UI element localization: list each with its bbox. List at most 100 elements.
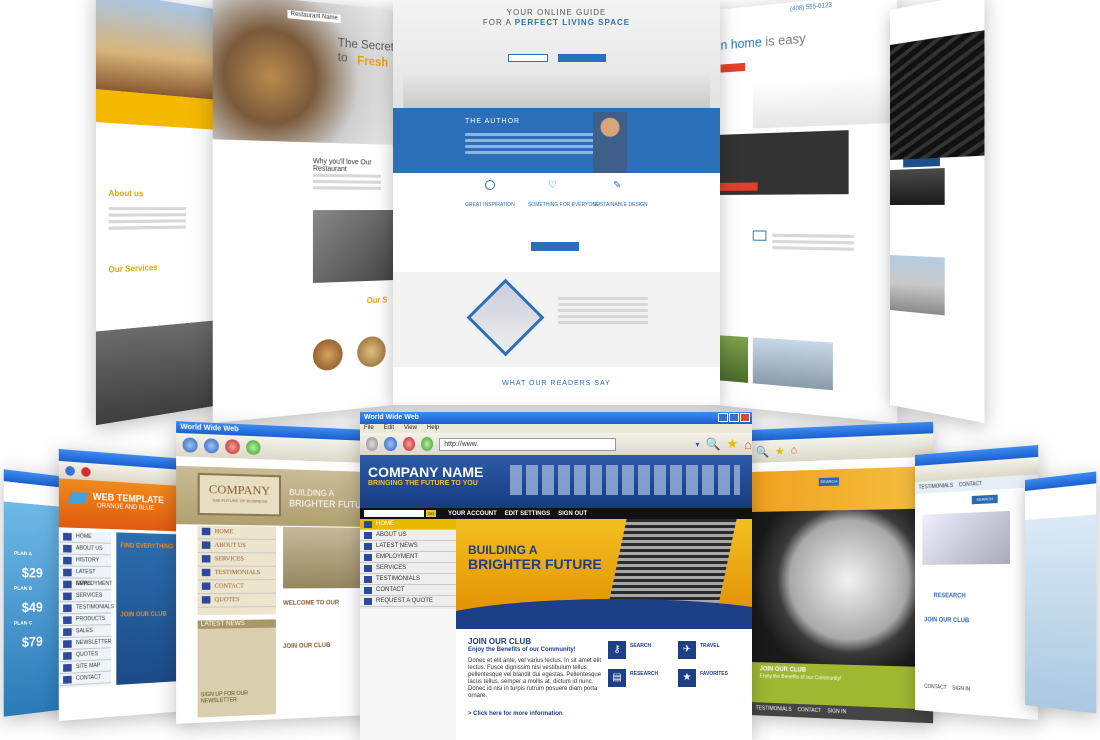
refresh-icon[interactable] [420,437,434,451]
search-icon[interactable]: 🔍 [756,445,769,459]
menu-file[interactable]: File [364,424,374,433]
nav-item[interactable]: CONTACT [197,580,276,595]
nav-item[interactable]: LATEST NEWS [360,541,456,552]
icon-travel-box[interactable]: ✈ TRAVEL [678,641,748,663]
search-icon[interactable]: 🔍 [706,437,721,451]
interior-photo [403,70,710,108]
dropdown-icon[interactable]: ▾ [696,440,700,449]
stop-icon[interactable] [402,437,415,451]
club-body: Donec et elit ante, vel varius lectus. I… [468,658,602,699]
maximize-icon[interactable] [729,413,739,422]
nav-item[interactable]: CONTACT [360,585,456,596]
about-heading: About us [108,188,144,199]
nav-item[interactable]: SERVICES [197,552,276,567]
book-photo [922,510,1010,565]
globe-image [750,508,934,668]
hero-headline: PERFECT LIVING SPACE [514,18,631,27]
icon-search-box[interactable]: ⚷ SEARCH [608,641,678,663]
search-button[interactable]: SEARCH [971,494,998,505]
nav-edit-settings[interactable]: EDIT SETTINGS [505,511,550,517]
footer-contact[interactable]: CONTACT [798,707,822,715]
icon-research-box[interactable]: ▤ RESEARCH [608,669,678,691]
nav-item[interactable]: CONTACT [58,671,112,687]
search-button[interactable]: SEARCH [818,477,839,487]
hero-button-2[interactable] [558,54,606,62]
house-photo-2 [752,337,833,391]
dark-form-panel [715,130,849,195]
beige-nav: HOME ABOUT US SERVICES TESTIMONIALS CONTACT Q… [197,525,276,616]
side-nav: HOME ABOUT US LATEST NEWS EMPLOYMENT SERVICE… [360,519,456,609]
footer-signin[interactable]: SIGN IN [827,708,846,716]
back-icon[interactable] [366,437,379,451]
refresh-icon[interactable] [246,439,261,456]
nav-item[interactable]: LATEST NEWS [58,566,112,587]
search-input[interactable] [364,510,424,517]
hero-button-1[interactable] [508,54,548,62]
club-section: JOIN OUR CLUB Enjoy the Benefits of our … [456,629,752,740]
inspiration-icon [485,180,495,190]
brighter-text: BRIGHTER FUTU [289,498,362,510]
nav-item[interactable]: EMPLOYMENT [58,578,112,591]
nav-item[interactable]: HOME [360,519,456,530]
footer-testimonials[interactable]: TESTIMONIALS [756,705,792,714]
nav-item[interactable]: ABOUT US [58,542,112,556]
menu-bar: File Edit View Help [360,424,752,433]
minimize-icon[interactable] [718,413,728,422]
home-icon[interactable]: ⌂ [744,437,752,452]
star-icon[interactable]: ★ [775,444,785,457]
menu-view[interactable]: View [404,424,417,433]
company-logo-box: COMPANY THE FUTURE OF BUSINESS [197,472,282,517]
nav-item[interactable]: SERVICES [360,563,456,574]
back-icon[interactable] [182,437,198,453]
nav-item[interactable]: REQUEST A QUOTE [360,596,456,607]
address-bar[interactable]: http://www. [439,437,616,451]
nav-item[interactable]: SERVICES [58,590,112,603]
hero-kicker: YOUR ONLINE GUIDE [506,8,607,17]
hero-text: n home [720,33,762,53]
nav-item[interactable]: QUOTES [197,593,276,608]
form-submit-button[interactable] [719,182,758,191]
footer-contact[interactable]: CONTACT [924,684,946,692]
restaurant-hero-photo [212,0,395,145]
nav-item[interactable]: HOME [197,525,276,541]
feature-1: GREAT INSPIRATION [465,202,515,208]
nav-testimonials[interactable]: TESTIMONIALS [919,480,953,494]
menu-edit[interactable]: Edit [384,424,394,433]
close-icon[interactable] [740,413,750,422]
get-started-button[interactable] [531,242,579,251]
forward-icon[interactable] [384,437,397,451]
hero-swoosh [456,599,752,629]
nav-item[interactable]: HISTORY [58,554,112,568]
heart-icon: ♡ [548,180,557,191]
author-title: THE AUTHOR [465,118,521,125]
nav-item[interactable]: TESTIMONIALS [197,566,276,581]
nav-item[interactable]: TESTIMONIALS [58,601,114,615]
cta-button[interactable] [720,62,746,73]
menu-help[interactable]: Help [427,424,439,433]
features-row: ♡ ✎ GREAT INSPIRATION SOMETHING FOR EVER… [393,180,720,280]
nav-item[interactable]: TESTIMONIALS [360,574,456,585]
go-button[interactable]: GO [426,510,436,517]
nav-item[interactable]: ABOUT US [197,539,276,554]
icon-favorites-box[interactable]: ★ FAVORITES [678,669,748,691]
stop-icon[interactable] [225,439,240,455]
welcome-heading: WELCOME TO OUR [283,600,340,607]
footer-nav: CONTACT SIGN IN [915,683,1038,697]
back-icon[interactable] [65,465,75,476]
header-squares [510,465,740,495]
plan-b-price: $49 [21,599,43,616]
company-tagline: BRINGING THE FUTURE TO YOU [368,480,478,487]
nav-your-account[interactable]: YOUR ACCOUNT [448,511,497,517]
nav-item[interactable]: EMPLOYMENT [360,552,456,563]
forward-icon[interactable] [204,438,219,454]
club-more-link[interactable]: > Click here for more information [468,711,563,717]
author-band: THE AUTHOR [393,108,720,173]
footer-signin[interactable]: SIGN IN [952,685,970,692]
nav-sign-out[interactable]: SIGN OUT [558,511,587,517]
stop-icon[interactable] [81,466,91,477]
nav-contact[interactable]: CONTACT [959,478,982,492]
favorites-star-icon[interactable]: ★ [727,436,739,452]
construction-photo [95,0,220,101]
nav-item[interactable]: ABOUT US [360,530,456,541]
home-icon[interactable]: ⌂ [790,444,797,456]
